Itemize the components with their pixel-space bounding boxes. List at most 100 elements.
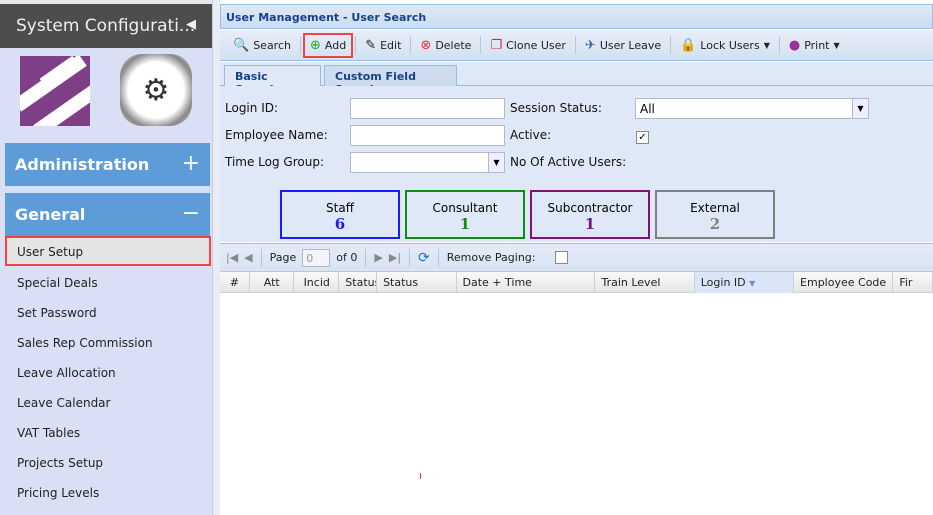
- sidebar-header: System Configurati... ◀: [0, 4, 212, 48]
- active-checkbox[interactable]: ✓: [636, 131, 649, 144]
- login-id-label: Login ID:: [225, 101, 279, 115]
- triangle-left-icon[interactable]: ◀: [186, 17, 196, 32]
- edit-button[interactable]: ✎ Edit: [358, 33, 408, 58]
- card-staff[interactable]: Staff 6: [280, 190, 400, 239]
- sidebar-splitter[interactable]: [212, 0, 220, 515]
- session-status-select[interactable]: All ▼: [635, 98, 869, 119]
- employee-name-input[interactable]: [350, 125, 505, 146]
- page-label: Page: [269, 251, 297, 264]
- clone-label: Clone User: [506, 38, 566, 52]
- session-status-label: Session Status:: [510, 101, 602, 115]
- column-label: Login ID: [700, 276, 746, 289]
- section-general[interactable]: General −: [5, 193, 210, 236]
- search-form: Login ID: Employee Name: Time Log Group:…: [220, 86, 933, 242]
- tab-basic-search[interactable]: Basic Search: [224, 65, 321, 96]
- nav-pricing-levels[interactable]: Pricing Levels: [5, 478, 210, 508]
- last-page-icon[interactable]: ▶|: [389, 251, 401, 264]
- lock-label: Lock Users: [700, 38, 760, 52]
- nav-sales-rep-commission[interactable]: Sales Rep Commission: [5, 328, 210, 358]
- card-count: 6: [334, 215, 346, 233]
- column-incid[interactable]: Incid: [294, 272, 340, 293]
- user-leave-button[interactable]: ✈ User Leave: [578, 33, 668, 58]
- card-label: Staff: [326, 201, 354, 215]
- clone-icon: ❐: [490, 37, 503, 53]
- add-label: Add: [324, 38, 347, 52]
- session-status-value: All: [640, 102, 655, 116]
- company-logo: [20, 56, 90, 126]
- column-att[interactable]: Att: [250, 272, 294, 293]
- sidebar-title: System Configurati...: [16, 16, 196, 36]
- grid-header: # Att Incid Status Status Date + Time Tr…: [220, 271, 933, 293]
- prev-page-icon[interactable]: ◀: [244, 251, 252, 264]
- edit-document-icon: ✎: [365, 37, 377, 53]
- settings-gear-icon: ⚙: [120, 54, 192, 126]
- column-train-level[interactable]: Train Level: [595, 272, 695, 293]
- paging-toolbar: |◀ ◀ Page 0 of 0 ▶ ▶| ⟳ Remove Paging:: [220, 243, 933, 271]
- tab-custom-field-search[interactable]: Custom Field Search: [324, 65, 457, 96]
- section-administration[interactable]: Administration +: [5, 143, 210, 186]
- clone-user-button[interactable]: ❐ Clone User: [483, 33, 572, 58]
- employee-name-label: Employee Name:: [225, 128, 328, 142]
- active-label: Active:: [510, 128, 552, 142]
- next-page-icon[interactable]: ▶: [374, 251, 382, 264]
- nav-leave-calendar[interactable]: Leave Calendar: [5, 388, 210, 418]
- column-number[interactable]: #: [220, 272, 250, 293]
- delete-button[interactable]: ⊗ Delete: [413, 33, 478, 58]
- print-button[interactable]: ● Print ▼: [782, 33, 847, 58]
- column-employee-code[interactable]: Employee Code: [794, 272, 894, 293]
- lock-icon: 🔒: [680, 37, 697, 53]
- page-input[interactable]: 0: [302, 248, 331, 267]
- card-count: 1: [584, 215, 596, 233]
- airplane-icon: ✈: [584, 37, 596, 53]
- section-label: Administration: [15, 155, 150, 174]
- column-status-1[interactable]: Status: [339, 272, 378, 293]
- panel-title: User Management - User Search: [220, 4, 933, 29]
- column-login-id[interactable]: Login ID ▼: [694, 272, 795, 293]
- nav-set-password[interactable]: Set Password: [5, 298, 210, 328]
- search-button[interactable]: 🔍 Search: [226, 33, 298, 58]
- magnifier-icon: 🔍: [233, 37, 250, 53]
- refresh-icon[interactable]: ⟳: [418, 250, 430, 266]
- dropdown-arrow-icon: ▼: [763, 40, 770, 50]
- remove-paging-checkbox[interactable]: [555, 251, 569, 264]
- column-first-name[interactable]: Fir: [893, 272, 933, 293]
- card-consultant[interactable]: Consultant 1: [405, 190, 525, 239]
- print-icon: ●: [788, 37, 801, 53]
- column-status-2[interactable]: Status: [377, 272, 457, 293]
- page-count: of 0: [336, 251, 358, 264]
- card-count: 2: [709, 215, 721, 233]
- sort-desc-icon: ▼: [749, 279, 756, 288]
- chevron-down-icon[interactable]: ▼: [488, 153, 504, 172]
- edit-label: Edit: [380, 38, 402, 52]
- dropdown-arrow-icon: ▼: [833, 40, 840, 50]
- leave-label: User Leave: [599, 38, 662, 52]
- nav-special-deals[interactable]: Special Deals: [5, 268, 210, 298]
- card-label: External: [690, 201, 740, 215]
- nav-user-setup[interactable]: User Setup: [5, 236, 211, 266]
- print-label: Print: [804, 38, 830, 52]
- card-external[interactable]: External 2: [655, 190, 775, 239]
- time-log-group-label: Time Log Group:: [225, 155, 325, 169]
- first-page-icon[interactable]: |◀: [226, 251, 238, 264]
- time-log-group-select[interactable]: ▼: [350, 152, 505, 173]
- card-label: Subcontractor: [547, 201, 633, 215]
- card-subcontractor[interactable]: Subcontractor 1: [530, 190, 650, 239]
- delete-label: Delete: [435, 38, 472, 52]
- add-document-icon: ⊕: [309, 37, 321, 53]
- search-label: Search: [253, 38, 291, 52]
- plus-icon[interactable]: +: [182, 151, 200, 176]
- lock-users-button[interactable]: 🔒 Lock Users ▼: [673, 33, 777, 58]
- login-id-input[interactable]: [350, 98, 505, 119]
- toolbar: 🔍 Search ⊕ Add ✎ Edit ⊗ Delete ❐ Clone User ✈…: [220, 30, 933, 61]
- column-date-time[interactable]: Date + Time: [457, 272, 596, 293]
- minus-icon[interactable]: −: [182, 201, 200, 226]
- nav-vat-tables[interactable]: VAT Tables: [5, 418, 210, 448]
- nav-projects-setup[interactable]: Projects Setup: [5, 448, 210, 478]
- main-panel: User Management - User Search 🔍 Search ⊕ A…: [220, 0, 933, 515]
- active-users-label: No Of Active Users:: [510, 155, 627, 169]
- chevron-down-icon[interactable]: ▼: [852, 99, 868, 118]
- add-button[interactable]: ⊕ Add: [302, 32, 354, 58]
- delete-document-icon: ⊗: [420, 37, 432, 53]
- nav-leave-allocation[interactable]: Leave Allocation: [5, 358, 210, 388]
- remove-paging-label: Remove Paging:: [446, 251, 536, 264]
